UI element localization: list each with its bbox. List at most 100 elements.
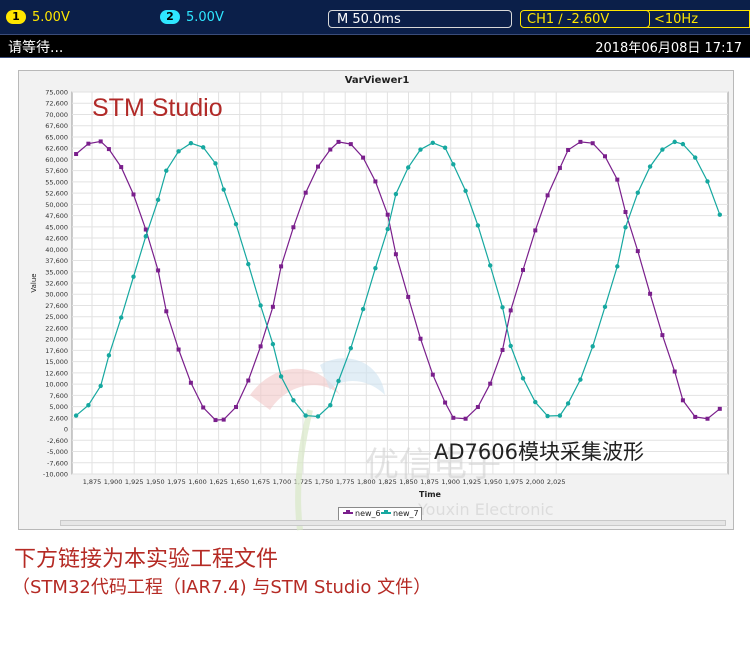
y-tick-label: 22,600	[45, 324, 68, 332]
data-point-new-7	[647, 164, 653, 169]
y-tick-label: 32,600	[45, 280, 68, 288]
data-point-new-6	[660, 333, 665, 338]
data-point-new-6	[373, 179, 378, 184]
data-point-new-7	[348, 345, 353, 351]
y-tick-label: 0	[64, 426, 68, 434]
legend-item-new-7[interactable]: new_7	[381, 509, 419, 518]
data-point-new-6	[648, 291, 653, 296]
data-point-new-6	[246, 378, 251, 383]
legend-label-new-7: new_7	[393, 509, 419, 518]
horizontal-scrollbar[interactable]	[60, 520, 726, 526]
data-point-new-6	[86, 141, 91, 146]
data-point-new-7	[660, 147, 665, 152]
y-tick-label: 15,000	[45, 358, 68, 366]
y-tick-label: -7,600	[47, 459, 68, 467]
data-point-new-6	[578, 139, 583, 144]
data-point-new-7	[717, 212, 722, 217]
data-point-new-7	[565, 401, 571, 406]
data-point-new-7	[155, 197, 161, 203]
y-tick-label: 12,600	[45, 369, 68, 377]
data-point-new-7	[86, 403, 91, 408]
data-point-new-7	[176, 149, 181, 154]
data-point-new-7	[278, 374, 284, 379]
data-point-new-6	[348, 142, 353, 147]
y-tick-label: 70,000	[45, 111, 68, 119]
y-axis-label: Value	[30, 273, 38, 292]
legend-label-new-6: new_6	[355, 509, 381, 518]
data-point-new-7	[406, 165, 411, 170]
data-point-new-6	[533, 228, 538, 233]
y-tick-label: 62,600	[45, 145, 68, 153]
y-tick-label: 47,600	[45, 212, 68, 220]
y-tick-label: 67,600	[45, 122, 68, 130]
data-point-new-6	[258, 344, 263, 349]
x-tick-label: 1,650	[230, 478, 249, 486]
data-point-new-7	[188, 141, 194, 146]
x-tick-label: 1,775	[336, 478, 355, 486]
data-point-new-6	[521, 267, 525, 272]
data-point-new-6	[279, 264, 284, 269]
y-tick-label: 10,000	[45, 381, 68, 389]
y-tick-label: 50,000	[45, 201, 68, 209]
data-point-new-7	[463, 188, 468, 194]
data-point-new-6	[119, 165, 124, 170]
data-point-new-6	[430, 372, 435, 377]
y-tick-label: 75,000	[45, 89, 68, 97]
data-point-new-6	[443, 400, 448, 405]
data-point-new-6	[270, 304, 275, 309]
data-point-new-6	[188, 380, 193, 385]
chart-legend: new_6 new_7	[338, 507, 422, 521]
data-point-new-6	[590, 141, 595, 146]
data-point-new-7	[451, 162, 456, 167]
y-tick-label: 20,000	[45, 336, 68, 344]
data-point-new-7	[143, 234, 148, 239]
x-tick-label: 1,750	[315, 478, 334, 486]
data-point-new-6	[615, 177, 620, 182]
x-tick-label: 2,000	[526, 478, 545, 486]
data-point-new-6	[201, 405, 206, 410]
legend-swatch-new-7	[381, 510, 391, 514]
y-tick-label: 17,600	[45, 347, 68, 355]
y-tick-label: 57,600	[45, 167, 68, 175]
data-point-new-7	[672, 139, 677, 145]
data-point-new-7	[602, 304, 608, 310]
data-point-new-7	[623, 225, 628, 230]
data-point-new-6	[418, 336, 423, 341]
data-point-new-7	[590, 344, 595, 349]
legend-item-new-6[interactable]: new_6	[343, 509, 381, 518]
data-point-new-6	[291, 225, 296, 230]
y-tick-label: -10,000	[43, 471, 68, 479]
data-point-new-7	[545, 413, 550, 419]
x-tick-label: 1,675	[251, 478, 270, 486]
data-point-new-6	[316, 164, 320, 169]
data-point-new-6	[603, 154, 607, 159]
data-point-new-7	[360, 306, 366, 312]
y-tick-label: 27,600	[45, 302, 68, 310]
x-tick-label: 1,975	[505, 478, 524, 486]
data-point-new-7	[373, 265, 378, 271]
data-point-new-7	[475, 223, 481, 228]
caption-line-2: （STM32代码工程（IAR7.4) 与STM Studio 文件）	[12, 577, 432, 598]
y-tick-label: 2,600	[49, 414, 68, 422]
data-point-new-7	[500, 305, 505, 310]
data-point-new-7	[430, 140, 435, 145]
x-tick-label: 1,700	[273, 478, 292, 486]
data-point-new-6	[328, 147, 333, 152]
x-tick-label: 1,950	[146, 478, 165, 486]
data-point-new-7	[385, 226, 390, 232]
y-tick-label: 5,000	[49, 403, 68, 411]
data-point-new-6	[176, 347, 181, 352]
data-point-new-7	[213, 161, 218, 166]
data-point-new-6	[475, 405, 480, 410]
data-point-new-6	[545, 193, 550, 198]
data-point-new-6	[566, 147, 571, 152]
data-point-new-6	[717, 406, 722, 411]
x-axis-label: Time	[419, 490, 442, 499]
data-point-new-7	[557, 413, 563, 418]
caption-line-1: 下方链接为本实验工程文件	[14, 547, 279, 572]
y-tick-label: 42,600	[45, 235, 68, 243]
data-point-new-6	[672, 369, 677, 374]
data-point-new-7	[291, 398, 296, 403]
data-point-new-7	[98, 383, 103, 389]
data-point-new-7	[233, 221, 239, 227]
